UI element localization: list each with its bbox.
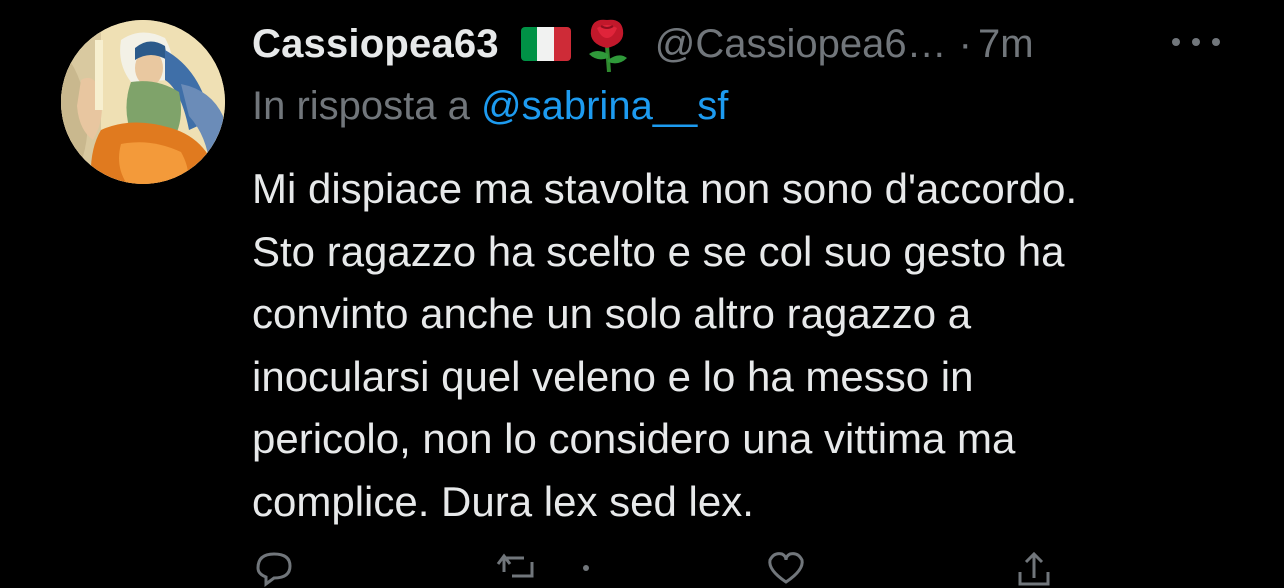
username-handle[interactable]: @Cassiopea6… — [655, 22, 947, 67]
italy-flag-emoji — [520, 27, 571, 61]
reply-mention-link[interactable]: @sabrina__sf — [481, 84, 728, 128]
tweet-header: Cassiopea63 @Cassiopea6… · 7m — [252, 16, 1262, 73]
rose-emoji — [583, 16, 631, 73]
tweet-text-line: complice. Dura lex sed lex. — [252, 477, 754, 525]
heart-icon[interactable] — [764, 548, 808, 588]
tweet-text-line: pericolo, non lo considero una vittima m… — [252, 415, 1016, 462]
reply-prefix: In risposta a — [252, 84, 470, 128]
tweet-text-line: Sto ragazzo ha scelto e se col suo gesto… — [252, 227, 1065, 275]
tweet-text-line: convinto anche un solo altro ragazzo a — [252, 290, 972, 337]
avatar-image — [61, 20, 225, 184]
tweet[interactable]: Cassiopea63 @Cassiopea6… · 7m In rispost… — [0, 0, 1284, 587]
tweet-text-line: inocularsi quel veleno e lo ha messo in — [252, 352, 974, 400]
timestamp[interactable]: 7m — [978, 22, 1034, 67]
more-horizontal-icon[interactable] — [1172, 22, 1220, 62]
avatar[interactable] — [61, 20, 225, 184]
reply-context: In risposta a @sabrina__sf — [252, 84, 728, 129]
share-icon[interactable] — [1012, 548, 1056, 588]
separator-dot: · — [958, 21, 972, 66]
retweet-icon[interactable] — [496, 548, 540, 588]
tweet-text: Mi dispiace ma stavolta non sono d'accor… — [252, 158, 1262, 533]
reply-icon[interactable] — [252, 548, 296, 588]
tweet-actions — [252, 548, 1072, 588]
tweet-text-line: Mi dispiace ma stavolta non sono d'accor… — [252, 165, 1078, 212]
retweet-count-dot — [578, 548, 622, 588]
display-name[interactable]: Cassiopea63 — [252, 22, 499, 67]
